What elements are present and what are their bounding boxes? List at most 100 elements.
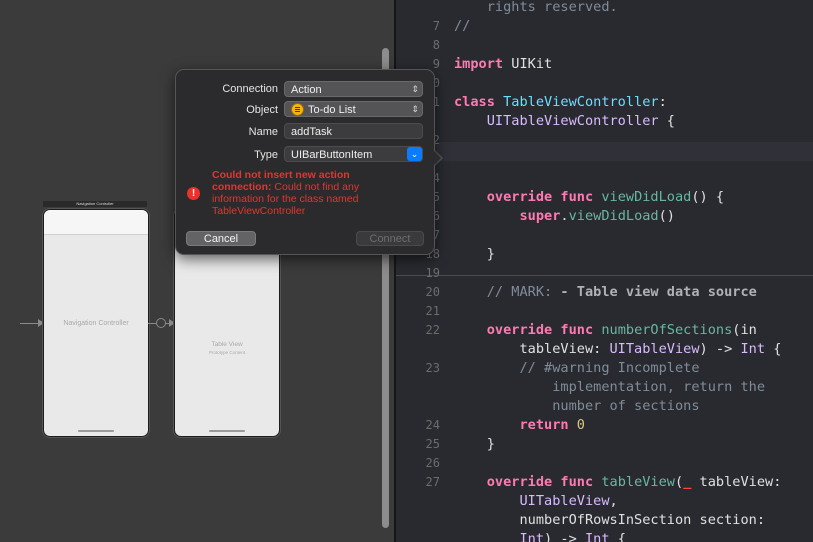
code-line[interactable]: implementation, return the: [396, 378, 813, 397]
code-token: //: [454, 18, 471, 34]
code-token: Int: [740, 341, 766, 357]
code-token: .: [560, 208, 569, 224]
type-label: Type: [254, 149, 278, 161]
code-token: override func: [454, 189, 594, 205]
code-line[interactable]: 25 }: [396, 435, 813, 454]
code-line[interactable]: 22 override func numberOfSections(in: [396, 321, 813, 340]
code-line[interactable]: UITableViewController {: [396, 112, 813, 131]
code-token: super: [454, 208, 561, 224]
code-line[interactable]: 9 import UIKit: [396, 55, 813, 74]
navigation-controller-scene[interactable]: Navigation Controller: [43, 209, 149, 437]
code-token: rights reserved.: [454, 0, 618, 15]
code-token: }: [454, 246, 495, 262]
code-token: Int: [454, 531, 545, 542]
code-token: (: [675, 474, 684, 490]
code-token: numberOfSections: [601, 322, 733, 338]
code-line[interactable]: number of sections: [396, 397, 813, 416]
code-token: TableViewController: [503, 94, 659, 110]
code-text: override func numberOfSections(in: [454, 321, 757, 340]
code-token: UITableView: [454, 493, 610, 509]
navigation-controller-scene-title[interactable]: Navigation Controller: [43, 201, 147, 207]
code-token: override func: [454, 322, 594, 338]
line-number: 20: [425, 285, 440, 299]
code-line[interactable]: 16 super.viewDidLoad(): [396, 207, 813, 226]
code-token: class: [454, 94, 495, 110]
prototype-content-label: Prototype Content: [208, 350, 246, 355]
connection-value: Action: [291, 84, 322, 96]
name-input[interactable]: addTask: [284, 123, 423, 139]
code-line[interactable]: rights reserved.: [396, 0, 813, 17]
table-view-controller-icon: [291, 102, 304, 116]
code-text: class TableViewController:: [454, 93, 667, 112]
code-token: {: [609, 531, 626, 542]
code-line[interactable]: 12: [396, 131, 813, 150]
entry-point-arrow[interactable]: [20, 323, 40, 324]
code-line[interactable]: 18 }: [396, 245, 813, 264]
line-number: 7: [432, 19, 440, 33]
code-text: }: [454, 245, 495, 264]
connection-select[interactable]: Action ⇕: [284, 81, 423, 97]
code-text: import UIKit: [454, 55, 552, 74]
code-line[interactable]: 13: [396, 150, 813, 169]
code-token: override func: [454, 474, 594, 490]
error-message: Could not insert new action connection: …: [212, 169, 412, 217]
code-line[interactable]: 8: [396, 36, 813, 55]
code-text: UITableView,: [454, 492, 617, 511]
code-token: import: [454, 56, 504, 72]
code-line[interactable]: tableView: UITableView) -> Int {: [396, 340, 813, 359]
code-text: override func viewDidLoad() {: [454, 188, 724, 207]
code-token: }: [454, 436, 495, 452]
line-number: 19: [425, 266, 440, 280]
chevron-updown-icon: ⇕: [411, 84, 419, 94]
code-line[interactable]: 19: [396, 264, 813, 283]
error-icon: !: [187, 187, 200, 200]
line-number: 27: [425, 475, 440, 489]
code-token: number of sections: [454, 398, 700, 414]
code-line[interactable]: 24 return 0: [396, 416, 813, 435]
code-token: // #warning Incomplete: [454, 360, 700, 376]
code-line[interactable]: numberOfRowsInSection section:: [396, 511, 813, 530]
code-line[interactable]: Int) -> Int {: [396, 530, 813, 542]
code-token: viewDidLoad: [601, 189, 692, 205]
line-number: 24: [425, 418, 440, 432]
code-line[interactable]: 27 override func tableView(_ tableView:: [396, 473, 813, 492]
code-token: UITableViewController: [454, 113, 659, 129]
code-token: 0: [576, 417, 585, 433]
connect-button[interactable]: Connect: [356, 231, 424, 246]
code-line[interactable]: 7 //: [396, 17, 813, 36]
code-line[interactable]: 26: [396, 454, 813, 473]
code-token: :: [658, 94, 667, 110]
code-text: rights reserved.: [454, 0, 618, 17]
code-line[interactable]: 10: [396, 74, 813, 93]
name-label: Name: [248, 126, 278, 138]
name-value: addTask: [291, 126, 332, 138]
code-line[interactable]: 23 // #warning Incomplete: [396, 359, 813, 378]
navigation-bar: [44, 210, 148, 235]
object-select[interactable]: To-do List ⇕: [284, 101, 423, 117]
code-text: numberOfRowsInSection section:: [454, 511, 765, 530]
code-editor[interactable]: rights reserved. 7 // 8 9import UIKit1011cla…: [396, 0, 813, 542]
cancel-button[interactable]: Cancel: [186, 231, 256, 246]
code-token: tableView:: [691, 474, 782, 490]
code-text: tableView: UITableView) -> Int {: [454, 340, 781, 359]
line-number: 8: [432, 38, 440, 52]
relationship-segue-icon[interactable]: [156, 318, 166, 328]
code-line[interactable]: 17: [396, 226, 813, 245]
navigation-controller-label: Navigation Controller: [63, 320, 129, 327]
code-line[interactable]: 20 // MARK: - Table view data source: [396, 283, 813, 302]
code-token: tableView: [601, 474, 675, 490]
code-line[interactable]: 14: [396, 169, 813, 188]
object-label: Object: [246, 104, 278, 116]
chevron-updown-icon: ⇕: [411, 104, 419, 114]
code-token: - Table view data source: [560, 284, 757, 300]
code-line[interactable]: 15 override func viewDidLoad() {: [396, 188, 813, 207]
code-line[interactable]: 11class TableViewController:: [396, 93, 813, 112]
code-line[interactable]: UITableView,: [396, 492, 813, 511]
code-line[interactable]: 21: [396, 302, 813, 321]
code-text: // #warning Incomplete: [454, 359, 700, 378]
chevron-down-icon[interactable]: ⌄: [407, 147, 422, 161]
type-value: UIBarButtonItem: [291, 149, 373, 161]
type-combobox[interactable]: UIBarButtonItem ⌄: [284, 146, 423, 162]
